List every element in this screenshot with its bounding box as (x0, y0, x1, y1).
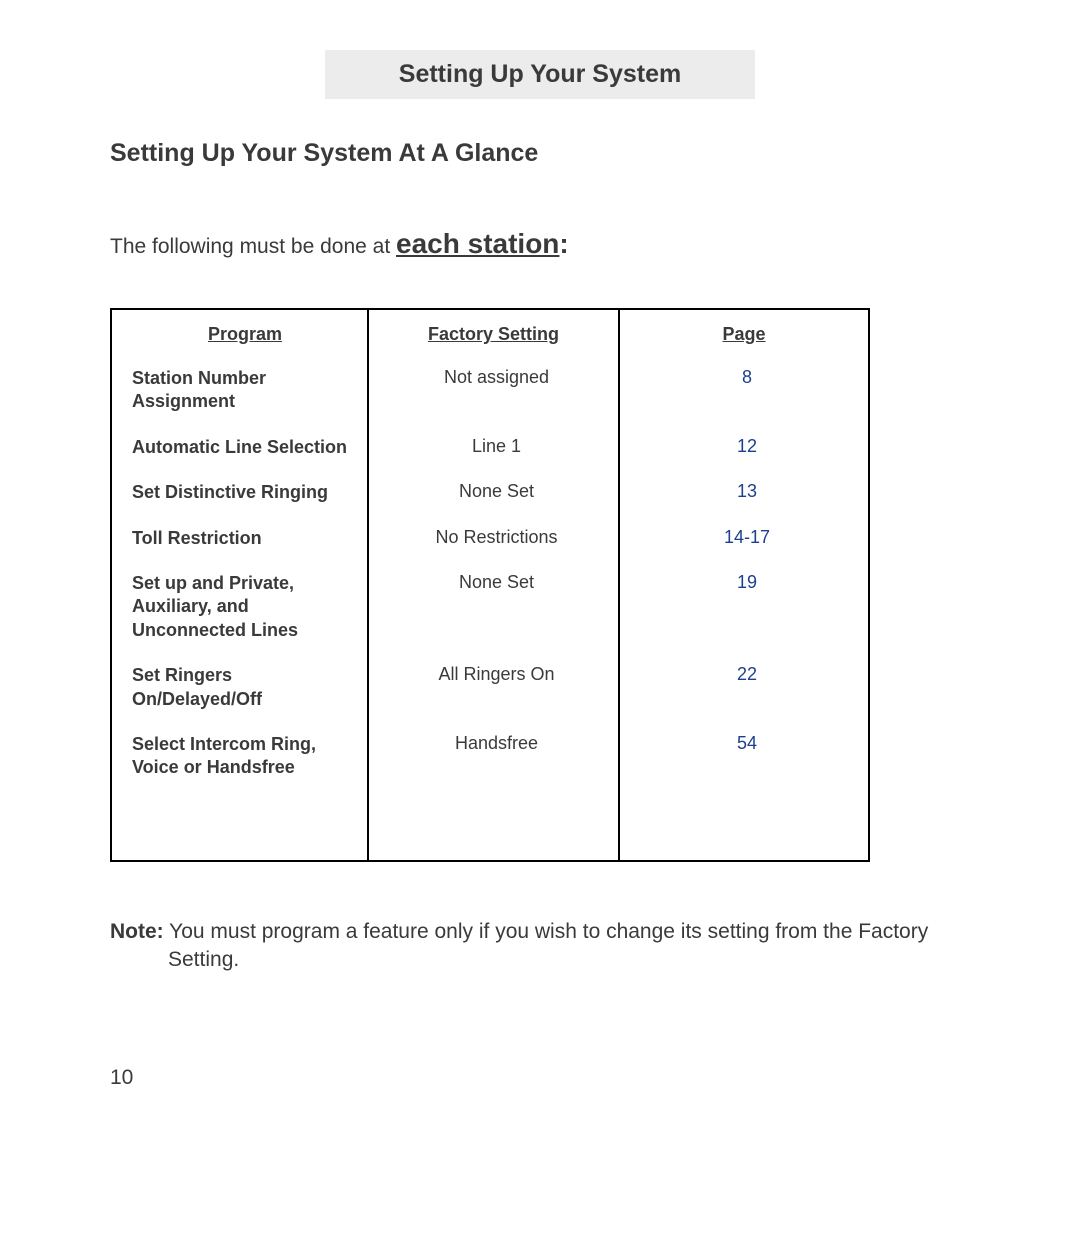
intro-colon: : (559, 228, 568, 259)
cell-page-link[interactable]: 13 (619, 467, 869, 512)
table-row: Set up and Private, Auxiliary, and Uncon… (111, 558, 869, 650)
intro-prefix: The following must be done at (110, 235, 396, 258)
note-block: Note: You must program a feature only if… (168, 918, 938, 975)
page-number: 10 (110, 1066, 133, 1090)
table-row: Set Ringers On/Delayed/Off All Ringers O… (111, 650, 869, 719)
cell-page-link[interactable]: 14-17 (619, 513, 869, 558)
cell-program: Set Ringers On/Delayed/Off (111, 650, 368, 719)
cell-factory: None Set (368, 558, 619, 650)
page-container: Setting Up Your System Setting Up Your S… (0, 0, 1080, 1260)
col-header-program: Program (111, 309, 368, 353)
table-row: Automatic Line Selection Line 1 12 (111, 422, 869, 467)
table-row: Station Number Assignment Not assigned 8 (111, 353, 869, 422)
section-heading: Setting Up Your System At A Glance (110, 139, 970, 168)
cell-factory: Line 1 (368, 422, 619, 467)
cell-page-link[interactable]: 22 (619, 650, 869, 719)
cell-program: Automatic Line Selection (111, 422, 368, 467)
cell-page-link[interactable]: 8 (619, 353, 869, 422)
cell-page-link[interactable]: 12 (619, 422, 869, 467)
table-header-row: Program Factory Setting Page (111, 309, 869, 353)
cell-program: Select Intercom Ring, Voice or Handsfree (111, 719, 368, 788)
note-text: You must program a feature only if you w… (164, 920, 929, 971)
note-label: Note: (110, 920, 164, 943)
cell-program: Station Number Assignment (111, 353, 368, 422)
cell-program: Set Distinctive Ringing (111, 467, 368, 512)
cell-program: Set up and Private, Auxiliary, and Uncon… (111, 558, 368, 650)
cell-program: Toll Restriction (111, 513, 368, 558)
cell-factory: No Restrictions (368, 513, 619, 558)
table-row: Set Distinctive Ringing None Set 13 (111, 467, 869, 512)
col-header-factory: Factory Setting (368, 309, 619, 353)
cell-factory: All Ringers On (368, 650, 619, 719)
intro-emphasis: each station (396, 228, 559, 259)
table-row: Select Intercom Ring, Voice or Handsfree… (111, 719, 869, 788)
cell-page-link[interactable]: 19 (619, 558, 869, 650)
cell-factory: None Set (368, 467, 619, 512)
settings-table: Program Factory Setting Page Station Num… (110, 308, 870, 862)
intro-line: The following must be done at each stati… (110, 228, 970, 260)
cell-factory: Not assigned (368, 353, 619, 422)
table-bottom-pad (111, 788, 869, 861)
cell-page-link[interactable]: 54 (619, 719, 869, 788)
page-title-banner: Setting Up Your System (325, 50, 755, 99)
cell-factory: Handsfree (368, 719, 619, 788)
table-row: Toll Restriction No Restrictions 14-17 (111, 513, 869, 558)
col-header-page: Page (619, 309, 869, 353)
